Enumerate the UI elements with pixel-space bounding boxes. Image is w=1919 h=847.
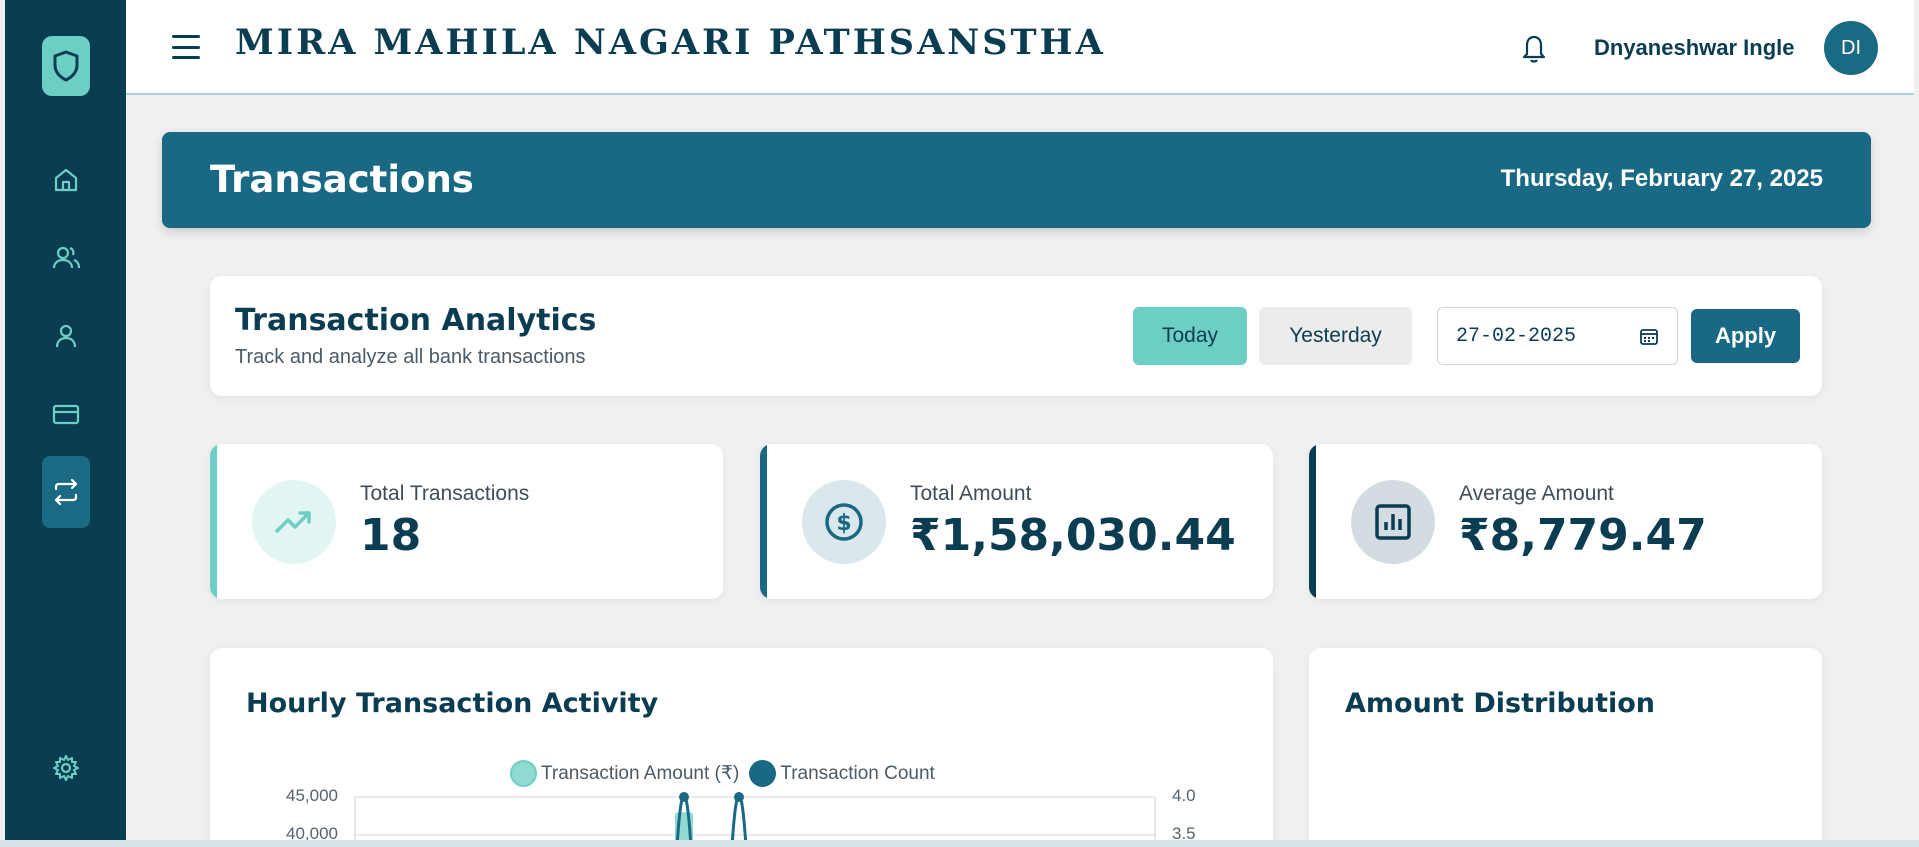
page-title: Transactions	[210, 158, 474, 201]
sidebar-item-home[interactable]	[42, 144, 90, 216]
user-icon	[55, 324, 77, 348]
today-button[interactable]: Today	[1133, 307, 1247, 365]
bar-chart-icon	[1351, 480, 1435, 564]
yesterday-button[interactable]: Yesterday	[1259, 307, 1412, 365]
stat-label: Average Amount	[1459, 482, 1614, 505]
page-banner: Transactions Thursday, February 27, 2025	[162, 132, 1871, 228]
stat-label: Total Transactions	[360, 482, 530, 505]
count-point	[734, 792, 744, 802]
sidebar-item-cards[interactable]	[42, 378, 90, 450]
gear-icon	[53, 755, 79, 781]
sidebar-item-settings[interactable]	[42, 732, 90, 804]
avatar[interactable]: DI	[1824, 21, 1878, 75]
accent-bar	[760, 444, 767, 599]
apply-button[interactable]: Apply	[1691, 309, 1800, 363]
shield-logo-icon[interactable]	[42, 36, 90, 96]
accent-bar	[1309, 444, 1316, 599]
stat-card-total-amount: $ Total Amount ₹1,58,030.44	[760, 444, 1273, 599]
dollar-circle-icon: $	[802, 480, 886, 564]
brand-title: MIRA MAHILA NAGARI PATHSANSTHA	[235, 22, 1106, 63]
stat-card-total-transactions: Total Transactions 18	[210, 444, 723, 599]
svg-text:$: $	[836, 511, 851, 536]
hourly-activity-card: Hourly Transaction Activity Transaction …	[210, 648, 1273, 847]
amount-distribution-card: Amount Distribution	[1309, 648, 1822, 847]
stat-value: ₹1,58,030.44	[910, 510, 1236, 561]
chart-title: Amount Distribution	[1345, 688, 1656, 719]
transfer-icon	[54, 478, 78, 506]
analytics-title: Transaction Analytics	[235, 303, 597, 338]
stat-card-average-amount: Average Amount ₹8,779.47	[1309, 444, 1822, 599]
menu-icon[interactable]	[172, 35, 200, 59]
current-date: Thursday, February 27, 2025	[1500, 165, 1823, 192]
date-input[interactable]: 27-02-2025	[1437, 307, 1678, 365]
count-point	[679, 792, 689, 802]
stat-label: Total Amount	[910, 482, 1032, 505]
stat-value: ₹8,779.47	[1459, 510, 1707, 561]
home-icon	[54, 168, 78, 192]
accent-bar	[210, 444, 217, 599]
analytics-subtitle: Track and analyze all bank transactions	[235, 346, 586, 368]
series-marks	[675, 792, 748, 847]
sidebar	[5, 0, 126, 840]
users-icon	[52, 246, 81, 269]
analytics-filter-card: Transaction Analytics Track and analyze …	[210, 276, 1822, 396]
window-bottom-edge	[0, 840, 1919, 847]
user-name[interactable]: Dnyaneshwar Ingle	[1594, 35, 1795, 61]
stat-value: 18	[360, 510, 422, 561]
date-input-value: 27-02-2025	[1456, 324, 1577, 348]
calendar-icon[interactable]	[1639, 326, 1659, 346]
trending-up-icon	[252, 480, 336, 564]
chart-plot	[354, 792, 1156, 847]
top-bar: MIRA MAHILA NAGARI PATHSANSTHA Dnyaneshw…	[126, 0, 1914, 95]
sidebar-item-members[interactable]	[42, 222, 90, 294]
sidebar-item-profile[interactable]	[42, 300, 90, 372]
sidebar-item-transactions[interactable]	[42, 456, 90, 528]
bell-icon[interactable]	[1519, 30, 1549, 64]
credit-card-icon	[52, 404, 80, 425]
